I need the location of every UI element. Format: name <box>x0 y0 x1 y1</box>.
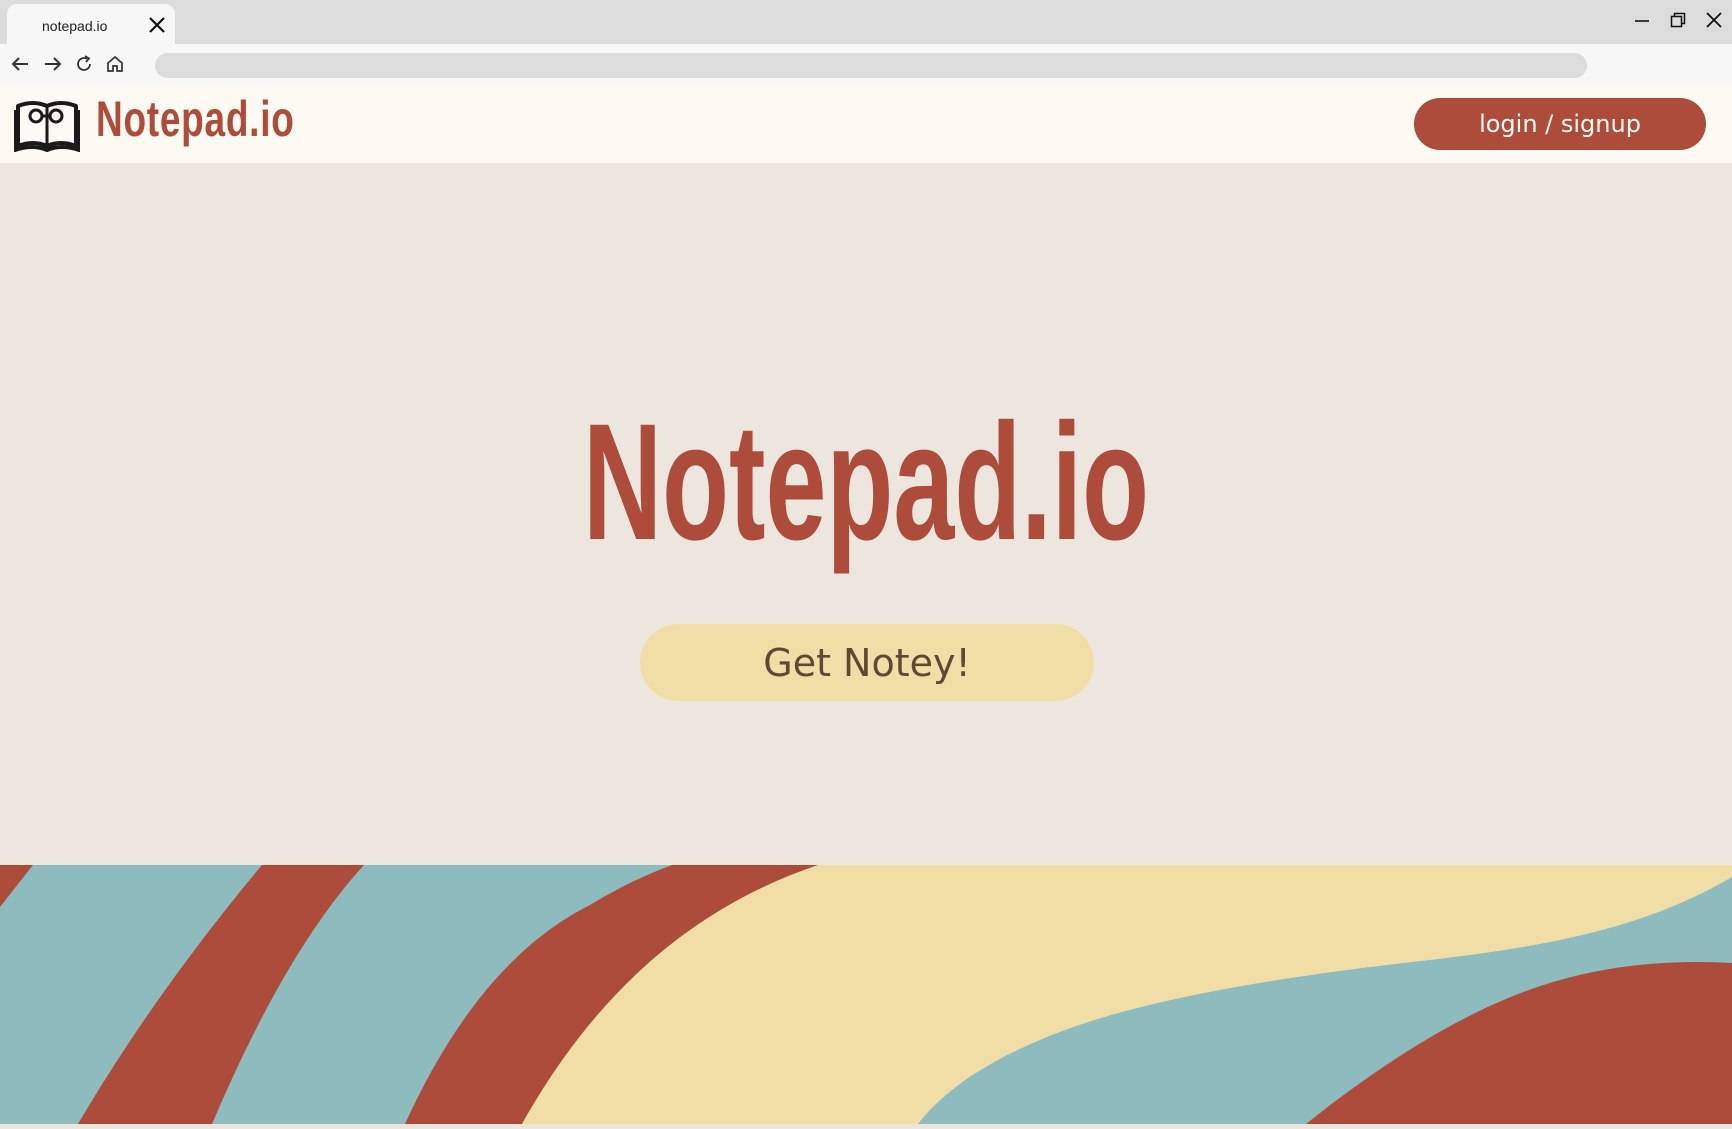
browser-tab[interactable]: notepad.io <box>7 4 175 44</box>
site-header: Notepad.io login / signup <box>0 84 1732 163</box>
browser-toolbar <box>0 44 1732 84</box>
tab-title: notepad.io <box>42 18 108 34</box>
window-controls <box>1624 0 1732 44</box>
browser-titlebar: notepad.io <box>0 0 1732 44</box>
window-close-icon[interactable] <box>1696 0 1732 40</box>
arrow-right-icon[interactable] <box>41 52 65 76</box>
hero-title: Notepad.io <box>582 390 1150 575</box>
minimize-icon[interactable] <box>1624 0 1660 40</box>
hero-section: Notepad.io Get Notey! <box>0 163 1732 865</box>
reload-icon[interactable] <box>72 52 96 76</box>
login-signup-button[interactable]: login / signup <box>1414 98 1706 150</box>
book-glasses-icon[interactable] <box>13 94 81 152</box>
restore-icon[interactable] <box>1660 0 1696 40</box>
home-icon[interactable] <box>103 52 127 76</box>
logo-text[interactable]: Notepad.io <box>96 90 295 148</box>
arrow-left-icon[interactable] <box>8 52 32 76</box>
address-bar[interactable] <box>155 53 1587 78</box>
decorative-waves <box>0 865 1732 1124</box>
get-notey-button[interactable]: Get Notey! <box>640 624 1094 701</box>
close-icon[interactable] <box>147 15 167 35</box>
